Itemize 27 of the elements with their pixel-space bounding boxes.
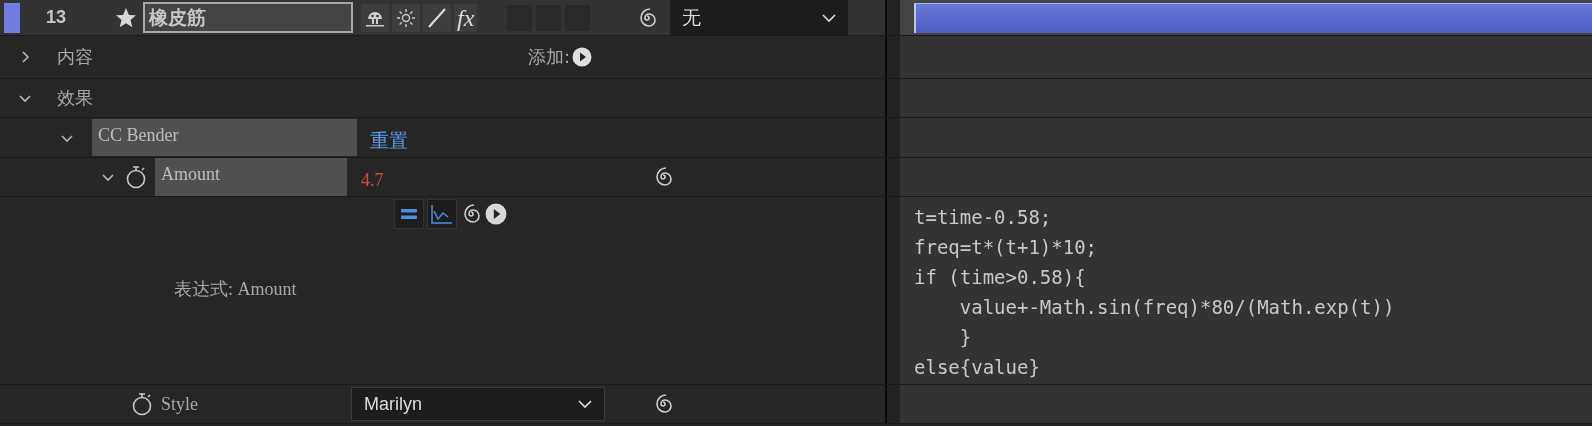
fx-switch[interactable]: fx <box>454 3 478 32</box>
group-label: 内容 <box>57 45 93 69</box>
caret-icon[interactable] <box>578 399 592 409</box>
equals-icon[interactable] <box>394 199 424 229</box>
style-dropdown[interactable]: Marilyn <box>351 387 605 421</box>
group-label: 效果 <box>57 86 93 110</box>
add-label: 添加: <box>528 45 571 69</box>
play-icon[interactable] <box>572 47 593 67</box>
property-name: Style <box>161 393 199 415</box>
effect-name[interactable]: CC Bender <box>92 119 357 156</box>
shy-icon[interactable] <box>361 3 390 32</box>
caret-icon[interactable] <box>822 12 837 23</box>
slash-icon[interactable] <box>423 3 452 32</box>
layer-name-field[interactable]: 橡皮筋 <box>143 2 354 33</box>
layer-number: 13 <box>46 7 67 28</box>
property-name[interactable]: Amount <box>155 158 347 196</box>
parent-dropdown[interactable]: 无 <box>670 0 849 35</box>
stopwatch-icon[interactable] <box>125 165 147 189</box>
property-value[interactable]: 4.7 <box>361 163 384 191</box>
play-icon[interactable] <box>485 203 507 225</box>
expression-label: 表达式: Amount <box>174 278 297 301</box>
label-color-swatch[interactable] <box>4 2 20 33</box>
layer-duration-bar[interactable] <box>914 3 1592 33</box>
graph-icon[interactable] <box>427 199 457 229</box>
reset-link[interactable]: 重置 <box>370 121 408 154</box>
sun-icon[interactable] <box>392 3 421 32</box>
stopwatch-icon[interactable] <box>131 392 153 416</box>
